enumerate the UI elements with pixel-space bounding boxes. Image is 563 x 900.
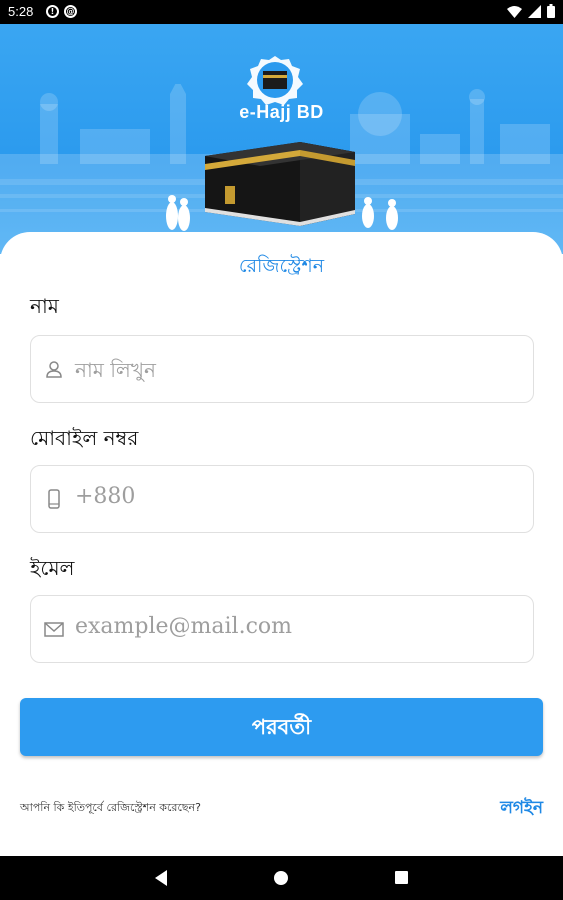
name-placeholder: নাম লিখুন [75,358,156,382]
wifi-icon [507,5,522,18]
brand-name: e-Hajj BD [239,102,324,122]
mail-icon [44,622,64,637]
login-link[interactable]: লগইন [500,795,543,823]
kaaba-logo-icon [247,56,303,105]
name-input[interactable]: নাম লিখুন [30,335,534,403]
home-icon[interactable] [274,871,288,885]
next-button[interactable]: পরবর্তী [20,698,543,756]
navigation-bar [0,856,563,900]
email-input[interactable]: example@mail.com [30,595,534,663]
mobile-input[interactable]: +880 [30,465,534,533]
status-left-icons: ! @ [46,5,77,18]
mobile-placeholder: +880 [75,484,136,509]
name-label: নাম [30,294,59,318]
hero-banner: e-Hajj BD [0,24,563,254]
status-time: 5:28 [8,4,34,19]
vpn-icon: @ [64,5,77,18]
email-label: ইমেল [30,556,75,580]
mobile-label: মোবাইল নম্বর [30,426,139,450]
already-registered-text: আপনি কি ইতিপূর্বে রেজিস্ট্রেশন করেছেন? [20,801,201,814]
phone-icon [48,489,60,509]
person-icon [46,361,62,378]
recents-icon[interactable] [395,871,408,884]
status-right-icons [507,4,555,18]
page-title: রেজিস্ট্রেশন [238,255,325,277]
battery-icon [547,4,555,18]
kaaba-illustration [205,142,355,226]
signal-icon [528,4,541,18]
registration-card: রেজিস্ট্রেশন নাম নাম লিখুন মোবাইল নম্বর … [0,232,563,856]
sim-icon: ! [46,5,59,18]
back-icon[interactable] [155,870,167,886]
status-bar: 5:28 ! @ [0,0,563,24]
email-placeholder: example@mail.com [75,614,293,639]
